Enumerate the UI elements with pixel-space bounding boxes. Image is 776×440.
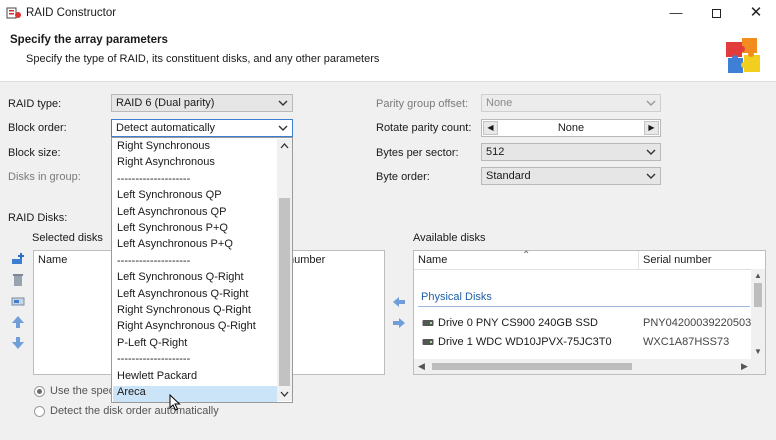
physical-disks-group: Physical Disks [421,291,492,303]
disks-in-group-label: Disks in group: [8,171,81,183]
raid-type-label: RAID type: [8,98,62,110]
available-disks-table[interactable]: Name ⌃ Serial number Physical Disks Driv… [413,250,766,375]
bytes-per-sector-value: 512 [486,146,505,158]
increment-button[interactable]: ▶ [644,121,659,135]
available-disks-label: Available disks [413,232,486,244]
dropdown-option[interactable]: Left Asynchronous P+Q [117,238,233,250]
byte-order-value: Standard [486,170,531,182]
chevron-down-icon [278,100,288,106]
drive-icon [422,339,434,345]
dropdown-separator: -------------------- [117,172,191,185]
rotate-parity-count-label: Rotate parity count: [376,122,472,134]
decrement-button[interactable]: ◀ [483,121,498,135]
mouse-cursor-icon [169,394,181,411]
block-order-dropdown[interactable]: Right Synchronous Right Asynchronous -----… [111,137,293,403]
bytes-per-sector-label: Bytes per sector: [376,147,459,159]
dropdown-option[interactable]: P-Left Q-Right [117,337,187,349]
dropdown-scroll-thumb[interactable] [279,198,290,386]
chevron-down-icon [278,125,288,131]
byte-order-label: Byte order: [376,171,430,183]
window-title: RAID Constructor [26,7,117,19]
use-specified-radio[interactable] [34,386,45,397]
selected-disks-label: Selected disks [32,232,103,244]
raid-disks-label: RAID Disks: [8,212,68,224]
dropdown-option[interactable]: Left Synchronous P+Q [117,222,228,234]
app-icon [6,7,21,19]
page-subtitle: Specify the type of RAID, its constituen… [26,53,380,65]
delete-disk-icon[interactable] [11,273,25,287]
minimize-button[interactable]: — [656,0,696,28]
title-bar: RAID Constructor — ✕ [0,0,776,28]
drive-icon [422,320,434,326]
chevron-down-icon[interactable] [280,391,289,398]
arrow-left-icon[interactable] [392,296,406,308]
chevron-down-icon [646,149,656,155]
scroll-left-icon[interactable]: ◀ [418,361,425,372]
dropdown-separator: -------------------- [117,353,191,366]
move-down-icon[interactable] [11,336,25,350]
wizard-header: Specify the array parameters Specify the… [0,28,776,82]
dropdown-option[interactable]: Right Synchronous Q-Right [117,304,251,316]
detect-auto-label: Detect the disk order automatically [50,405,219,417]
horizontal-scrollbar[interactable]: ◀ ▶ [414,359,765,374]
column-header-serial[interactable]: Serial number [639,251,765,269]
scroll-up-icon[interactable]: ▲ [754,271,762,280]
bytes-per-sector-select[interactable]: 512 [481,143,661,161]
column-header-serial[interactable]: number [284,251,384,269]
table-row[interactable]: Drive 0 PNY CS900 240GB SSD PNY042000392… [414,314,765,332]
parity-group-offset-value: None [486,97,513,109]
block-order-select[interactable]: Detect automatically [111,119,293,137]
block-order-value: Detect automatically [116,122,216,134]
block-size-label: Block size: [8,147,61,159]
maximize-button[interactable] [696,0,736,28]
arrow-right-icon[interactable] [392,317,406,329]
chevron-down-icon [646,100,656,106]
scroll-right-icon[interactable]: ▶ [741,361,748,372]
sort-ascending-icon: ⌃ [522,250,531,261]
scroll-down-icon[interactable]: ▼ [754,347,762,356]
dropdown-option[interactable]: Right Asynchronous Q-Right [117,320,256,332]
raid-type-value: RAID 6 (Dual parity) [116,97,215,109]
disk-properties-icon[interactable] [11,294,25,308]
disk-name: Drive 1 WDC WD10JPVX-75JC3T0 [438,336,612,348]
byte-order-select[interactable]: Standard [481,167,661,185]
chevron-up-icon[interactable] [280,142,289,149]
dropdown-option[interactable]: Right Asynchronous [117,156,215,168]
dropdown-option[interactable]: Left Asynchronous QP [117,206,226,218]
block-order-label: Block order: [8,122,67,134]
chevron-down-icon [646,173,656,179]
dropdown-option[interactable]: Hewlett Packard [117,370,197,382]
detect-auto-radio[interactable] [34,406,45,417]
rotate-parity-count-value: None [557,122,585,134]
add-disk-icon[interactable] [11,252,25,266]
disk-serial: WXC1A87HSS73 [643,336,730,348]
disk-serial: PNY04200039220503A1 [643,317,765,329]
move-up-icon[interactable] [11,315,25,329]
table-row[interactable]: Drive 1 WDC WD10JPVX-75JC3T0 WXC1A87HSS7… [414,333,754,351]
use-specified-label: Use the speci [50,385,117,397]
vertical-scrollbar[interactable]: ▲ ▼ [751,269,765,359]
puzzle-icon [726,38,760,73]
dropdown-option[interactable]: Left Synchronous QP [117,189,222,201]
dropdown-option[interactable]: Right Synchronous [117,140,210,152]
disk-name: Drive 0 PNY CS900 240GB SSD [438,317,598,329]
parity-group-offset-select[interactable]: None [481,94,661,112]
close-button[interactable]: ✕ [736,0,776,28]
dropdown-option[interactable]: Left Synchronous Q-Right [117,271,244,283]
rotate-parity-count-stepper[interactable]: ◀ None ▶ [481,119,661,137]
dropdown-option[interactable]: Areca [117,386,146,398]
page-title: Specify the array parameters [10,34,168,46]
dropdown-separator: -------------------- [117,254,191,267]
dropdown-option[interactable]: Left Asynchronous Q-Right [117,288,248,300]
parity-group-offset-label: Parity group offset: [376,98,469,110]
raid-type-select[interactable]: RAID 6 (Dual parity) [111,94,293,112]
maximize-icon [711,9,721,18]
